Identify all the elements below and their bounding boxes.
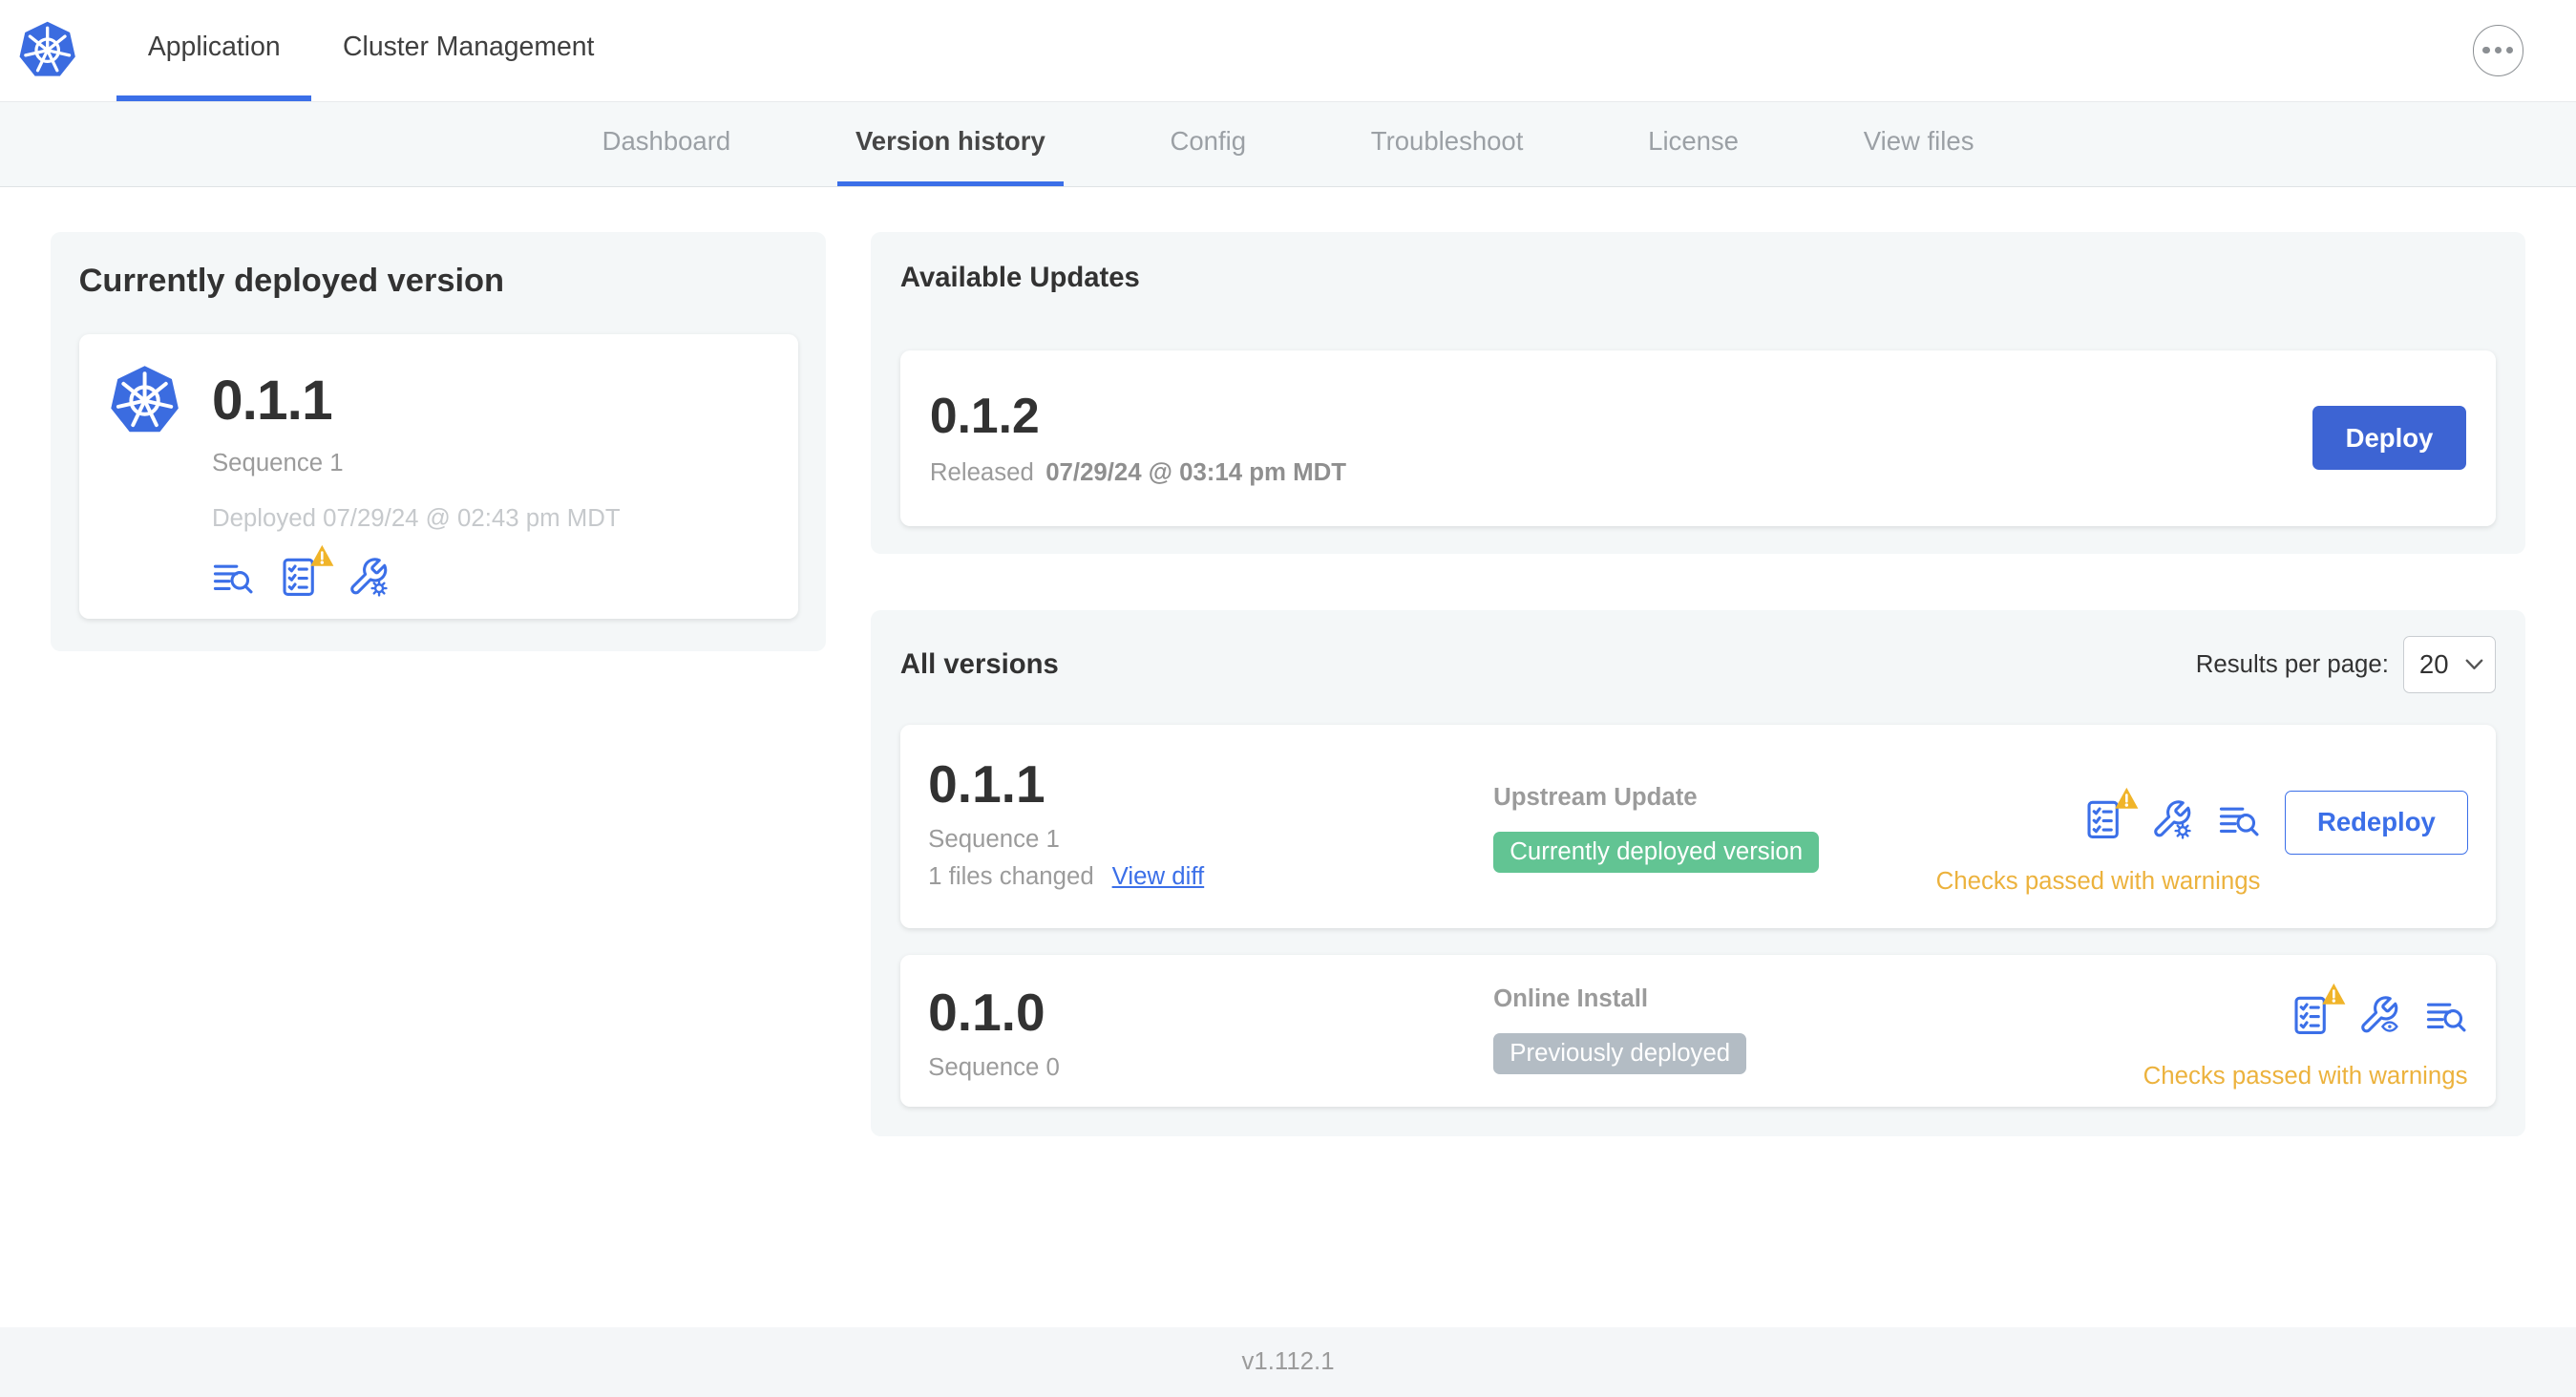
deployment-status-badge: Previously deployed — [1493, 1032, 1747, 1074]
version-source: Online Install Previously deployed — [1493, 985, 2143, 1074]
released-timestamp: 07/29/24 @ 03:14 pm MDT — [1045, 459, 1346, 487]
preflight-status-text: Checks passed with warnings — [1935, 867, 2261, 895]
subnav-tab-dashboard[interactable]: Dashboard — [584, 102, 749, 186]
overflow-menu-button[interactable] — [2472, 25, 2523, 76]
update-released-line: Released 07/29/24 @ 03:14 pm MDT — [930, 459, 1346, 487]
tab-cluster-management-label: Cluster Management — [343, 32, 595, 63]
tab-cluster-management[interactable]: Cluster Management — [311, 0, 625, 101]
main-content: Currently deployed version 0.1.1 Sequenc… — [0, 187, 2576, 1137]
all-versions-header: All versions Results per page: 20 — [899, 636, 2496, 694]
deployed-sequence: Sequence 1 — [211, 449, 344, 476]
deployment-status-badge: Currently deployed version — [1493, 831, 1820, 873]
ellipsis-icon — [2482, 47, 2490, 54]
version-number: 0.1.1 — [928, 754, 1045, 815]
version-sequence: Sequence 0 — [928, 1053, 1060, 1081]
update-row: 0.1.2 Released 07/29/24 @ 03:14 pm MDT D… — [899, 349, 2496, 526]
edit-config-icon[interactable] — [2150, 798, 2193, 841]
source-label: Upstream Update — [1493, 783, 1698, 811]
preflight-checks-warning-icon[interactable] — [2291, 983, 2345, 1037]
preflight-checks-warning-icon[interactable] — [2083, 788, 2138, 841]
top-header: Application Cluster Management — [0, 0, 2576, 102]
preflight-status-text: Checks passed with warnings — [2143, 1063, 2468, 1090]
files-changed-line: 1 files changed View diff — [928, 863, 1493, 891]
redeploy-button[interactable]: Redeploy — [2285, 790, 2468, 855]
subnav-tab-view-files[interactable]: View files — [1846, 102, 1993, 186]
update-details: 0.1.2 Released 07/29/24 @ 03:14 pm MDT — [930, 389, 1346, 487]
version-source: Upstream Update Currently deployed versi… — [1493, 757, 1936, 873]
update-version-number: 0.1.2 — [929, 388, 1040, 444]
version-actions: Checks passed with warnings — [2143, 983, 2468, 1090]
currently-deployed-version-card: 0.1.1 Sequence 1 Deployed 07/29/24 @ 02:… — [78, 334, 799, 619]
deploy-button[interactable]: Deploy — [2312, 406, 2466, 471]
version-row-0-1-1: 0.1.1 Sequence 1 1 files changed View di… — [899, 725, 2496, 929]
subnav-tab-config[interactable]: Config — [1152, 102, 1264, 186]
subnav-tab-version-history[interactable]: Version history — [837, 102, 1064, 187]
tab-application[interactable]: Application — [116, 0, 312, 101]
version-info: 0.1.0 Sequence 0 — [928, 985, 1493, 1082]
view-files-icon[interactable] — [2218, 798, 2261, 841]
files-changed-label: 1 files changed — [928, 863, 1094, 891]
source-label: Online Install — [1493, 985, 1649, 1013]
results-per-page-select[interactable]: 20 — [2403, 636, 2496, 694]
kubernetes-app-icon — [107, 363, 182, 438]
app-footer: v1.112.1 — [0, 1327, 2576, 1397]
version-action-icons: Checks passed with warnings — [1935, 788, 2261, 896]
deployed-timestamp: Deployed 07/29/24 @ 02:43 pm MDT — [211, 505, 621, 533]
deployed-version-actions — [212, 545, 621, 599]
deployed-version-details: 0.1.1 Sequence 1 Deployed 07/29/24 @ 02:… — [212, 363, 621, 599]
released-prefix: Released — [929, 459, 1034, 487]
version-row-0-1-0: 0.1.0 Sequence 0 Online Install Previous… — [899, 954, 2496, 1108]
view-files-icon[interactable] — [2425, 994, 2468, 1037]
preflight-checks-warning-icon[interactable] — [279, 545, 334, 599]
app-subnav: Dashboard Version history Config Trouble… — [0, 101, 2576, 188]
available-updates-card: Available Updates 0.1.2 Released 07/29/2… — [870, 231, 2525, 555]
deployed-version-number: 0.1.1 — [211, 369, 333, 432]
console-version: v1.112.1 — [1241, 1347, 1335, 1375]
view-diff-link[interactable]: View diff — [1112, 863, 1205, 891]
version-number: 0.1.0 — [928, 983, 1045, 1043]
available-updates-title: Available Updates — [899, 263, 1140, 294]
right-column: Available Updates 0.1.2 Released 07/29/2… — [870, 231, 2525, 1137]
chevron-down-icon — [2465, 659, 2483, 670]
edit-config-icon[interactable] — [347, 556, 390, 599]
results-per-page-value: 20 — [2418, 649, 2449, 680]
tab-application-label: Application — [147, 32, 281, 63]
subnav-tab-license[interactable]: License — [1630, 102, 1757, 186]
version-sequence: Sequence 1 — [928, 826, 1060, 854]
all-versions-title: All versions — [899, 648, 1059, 680]
all-versions-card: All versions Results per page: 20 0.1.1 … — [870, 609, 2525, 1137]
view-files-icon[interactable] — [212, 556, 255, 599]
results-per-page-label: Results per page: — [2195, 650, 2389, 678]
results-per-page: Results per page: 20 — [2195, 636, 2496, 694]
header-spacer — [625, 0, 2473, 101]
view-config-icon[interactable] — [2357, 994, 2400, 1037]
kubernetes-logo-icon — [16, 19, 78, 81]
currently-deployed-card: Currently deployed version 0.1.1 Sequenc… — [51, 231, 827, 651]
version-actions: Checks passed with warnings Redeploy — [1936, 757, 2468, 895]
version-action-icons: Checks passed with warnings — [2143, 983, 2468, 1090]
subnav-tab-troubleshoot[interactable]: Troubleshoot — [1353, 102, 1541, 186]
version-info: 0.1.1 Sequence 1 1 files changed View di… — [928, 757, 1493, 891]
currently-deployed-title: Currently deployed version — [78, 263, 505, 300]
